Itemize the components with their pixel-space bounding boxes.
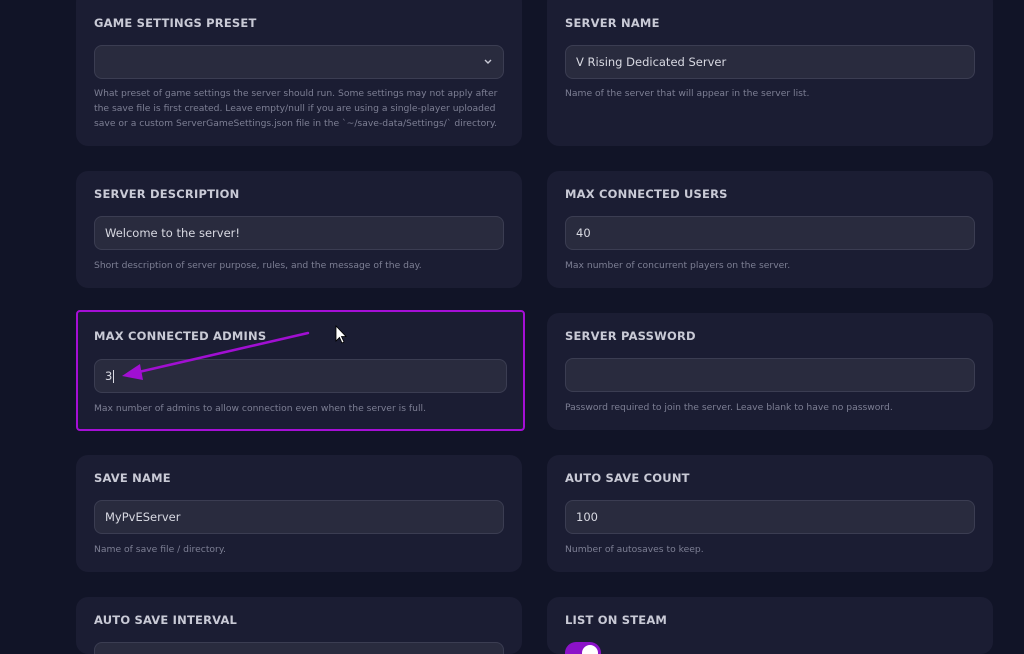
auto-save-interval-card: AUTO SAVE INTERVAL [76,597,522,654]
list-on-steam-toggle[interactable] [565,642,601,654]
server-name-card: SERVER NAME V Rising Dedicated Server Na… [547,0,993,146]
toggle-knob [582,645,598,654]
save-name-help: Name of save file / directory. [94,544,226,555]
server-description-input[interactable]: Welcome to the server! [94,216,504,250]
server-name-help: Name of the server that will appear in t… [565,88,810,99]
save-name-card: SAVE NAME MyPvEServer Name of save file … [76,455,522,572]
max-connected-admins-input[interactable]: 3 [94,359,507,393]
server-description-label: SERVER DESCRIPTION [94,187,240,201]
game-settings-preset-select[interactable] [94,45,504,79]
max-connected-admins-value: 3 [105,369,113,383]
max-connected-admins-label: MAX CONNECTED ADMINS [94,329,267,343]
server-name-input[interactable]: V Rising Dedicated Server [565,45,975,79]
auto-save-count-help: Number of autosaves to keep. [565,544,704,555]
server-name-label: SERVER NAME [565,16,660,30]
text-caret [113,370,115,383]
server-description-card: SERVER DESCRIPTION Welcome to the server… [76,171,522,288]
settings-page: GAME SETTINGS PRESET What preset of game… [0,0,1024,654]
game-settings-preset-help: What preset of game settings the server … [94,88,498,129]
list-on-steam-card: LIST ON STEAM [547,597,993,654]
chevron-down-icon [483,46,493,90]
server-password-input[interactable] [565,358,975,392]
max-connected-admins-card: MAX CONNECTED ADMINS 3 Max number of adm… [76,310,525,431]
server-password-help: Password required to join the server. Le… [565,402,893,413]
auto-save-interval-label: AUTO SAVE INTERVAL [94,613,238,627]
server-description-help: Short description of server purpose, rul… [94,260,422,271]
auto-save-count-card: AUTO SAVE COUNT 100 Number of autosaves … [547,455,993,572]
max-connected-users-card: MAX CONNECTED USERS 40 Max number of con… [547,171,993,288]
max-connected-users-help: Max number of concurrent players on the … [565,260,791,271]
save-name-label: SAVE NAME [94,471,171,485]
max-connected-admins-help: Max number of admins to allow connection… [94,403,427,414]
auto-save-interval-input[interactable] [94,642,504,654]
server-password-card: SERVER PASSWORD Password required to joi… [547,313,993,430]
auto-save-count-input[interactable]: 100 [565,500,975,534]
list-on-steam-label: LIST ON STEAM [565,613,668,627]
game-settings-preset-label: GAME SETTINGS PRESET [94,16,257,30]
max-connected-users-label: MAX CONNECTED USERS [565,187,728,201]
max-connected-users-input[interactable]: 40 [565,216,975,250]
auto-save-count-label: AUTO SAVE COUNT [565,471,690,485]
save-name-input[interactable]: MyPvEServer [94,500,504,534]
server-password-label: SERVER PASSWORD [565,329,696,343]
game-settings-preset-card: GAME SETTINGS PRESET What preset of game… [76,0,522,146]
